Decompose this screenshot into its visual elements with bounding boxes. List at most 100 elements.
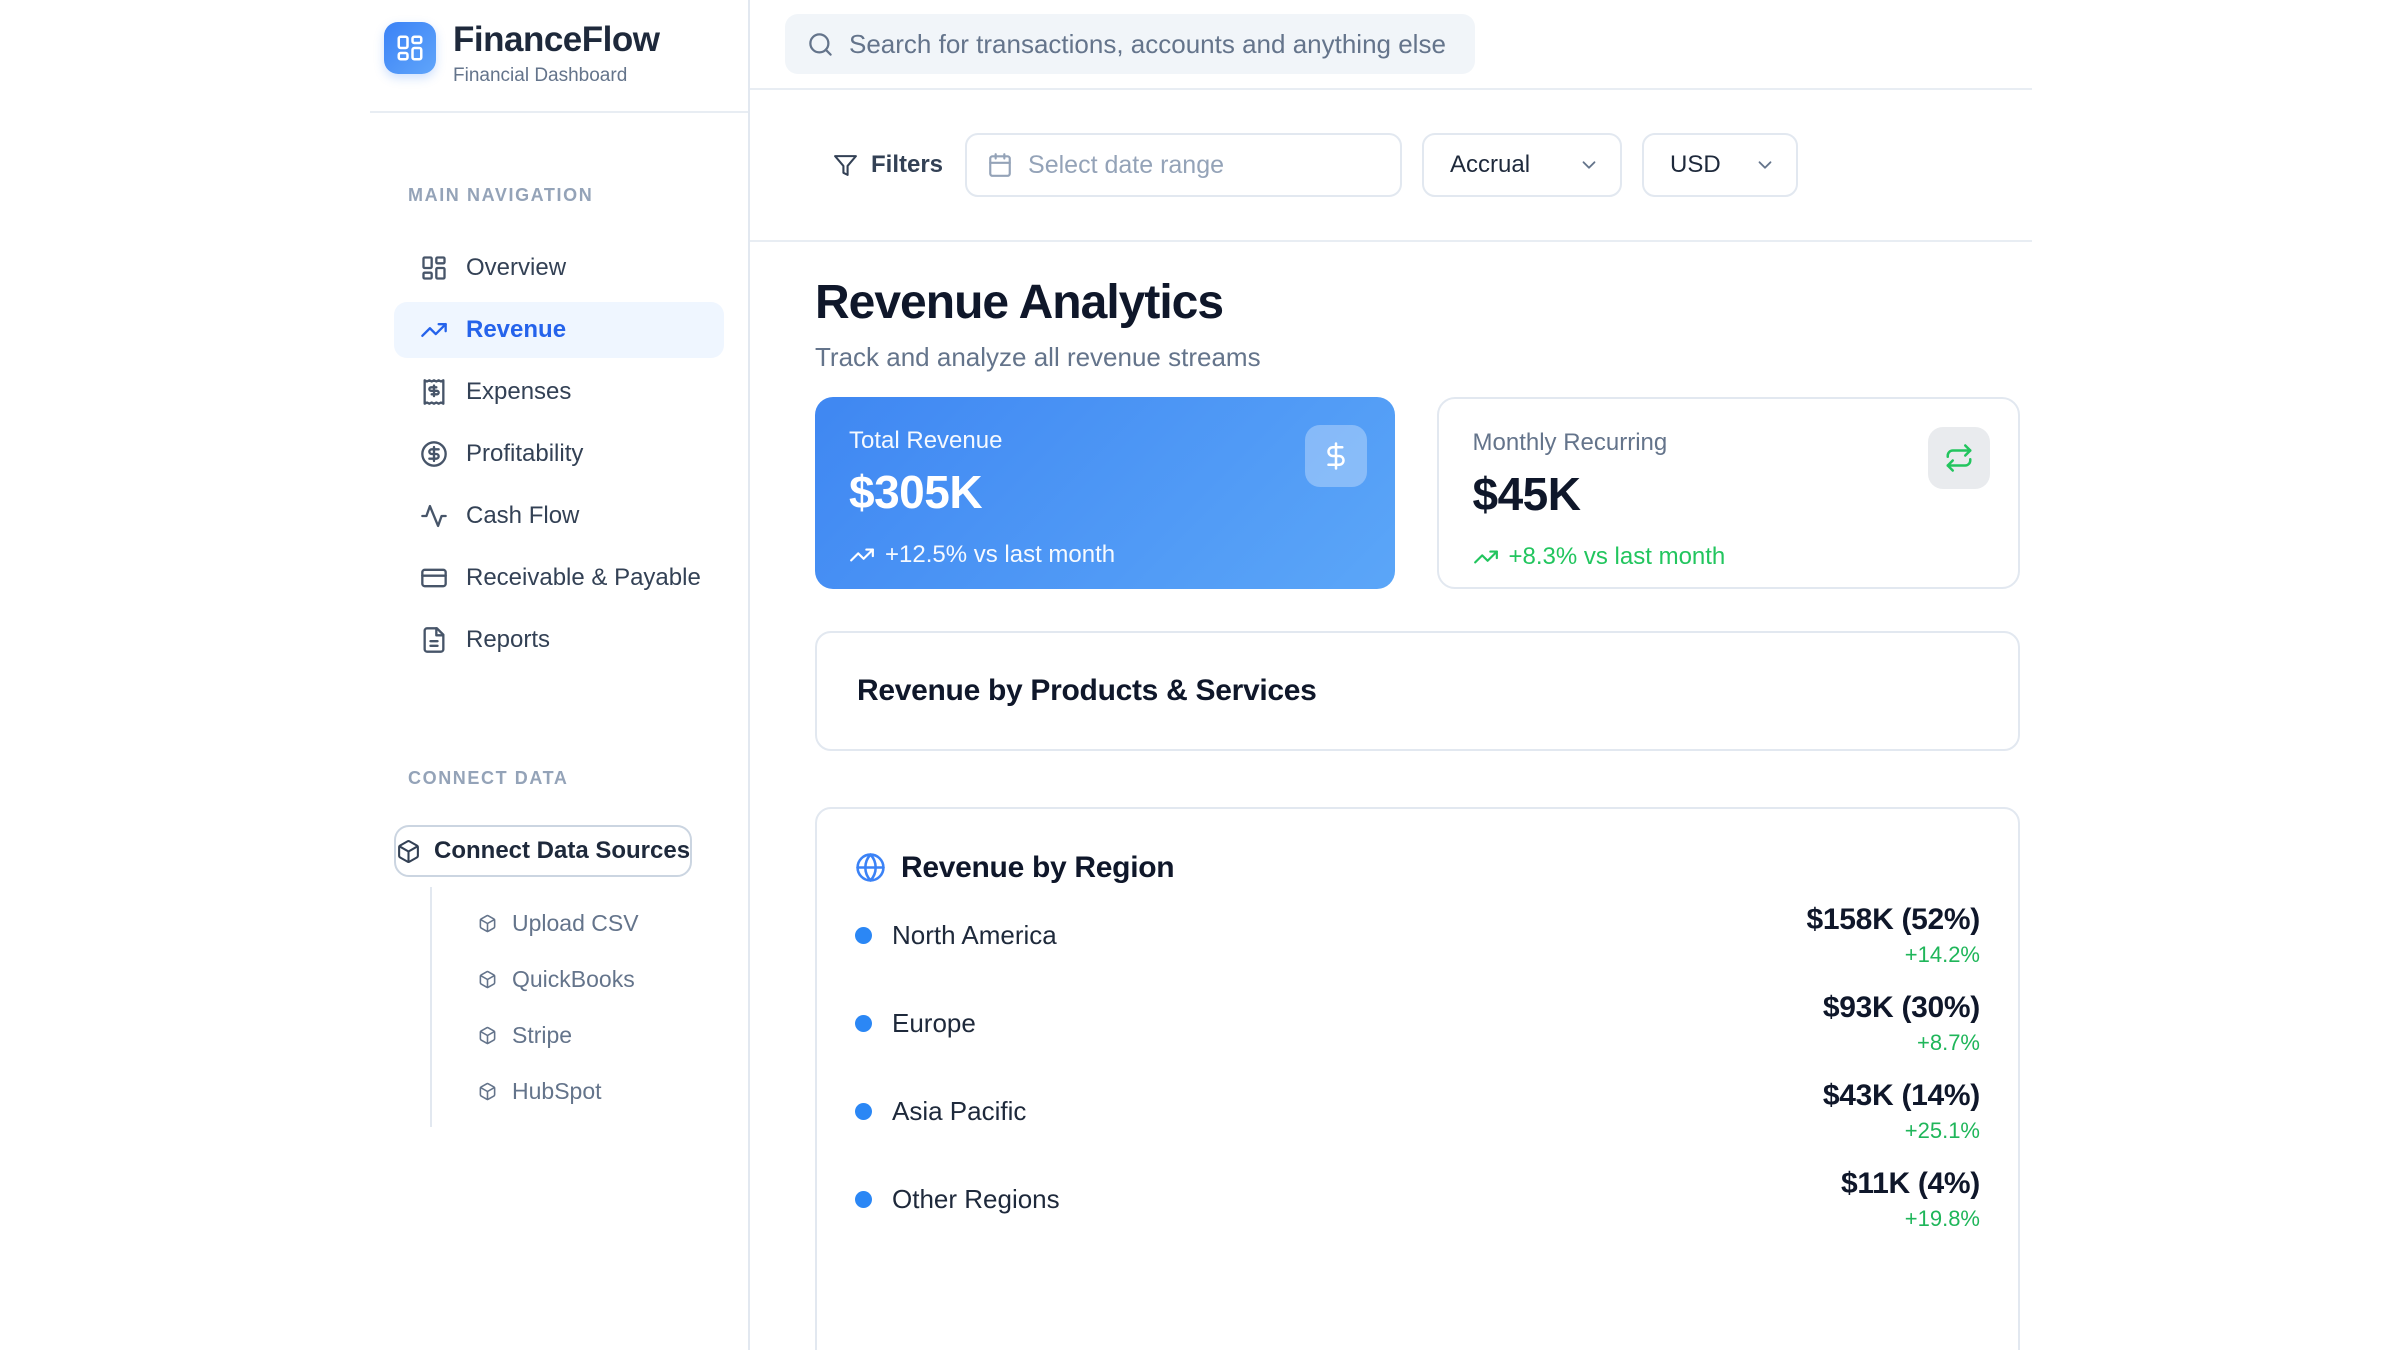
funnel-icon: [833, 153, 858, 178]
region-row-europe: Europe $93K (30%) +8.7%: [855, 993, 1980, 1055]
kpi-row: Total Revenue $305K +12.5% vs last month…: [815, 397, 2020, 589]
filters-label: Filters: [871, 151, 943, 179]
kpi-label: Total Revenue: [849, 427, 1361, 455]
source-item-label: Stripe: [512, 1022, 572, 1049]
repeat-arrows-icon: [1944, 443, 1974, 473]
circle-dollar-icon: [420, 440, 448, 468]
source-item-upload-csv[interactable]: Upload CSV: [432, 895, 724, 951]
package-cube-icon: [478, 1082, 497, 1101]
sidebar-item-label: Cash Flow: [466, 502, 579, 530]
sidebar-item-revenue[interactable]: Revenue: [394, 302, 724, 358]
brand-text: FinanceFlow Financial Dashboard: [453, 22, 659, 87]
kpi-delta: +8.3% vs last month: [1473, 543, 1985, 571]
region-section-title: Revenue by Region: [901, 851, 1174, 885]
trending-up-icon: [420, 316, 448, 344]
search-icon: [807, 31, 834, 58]
region-dot: [855, 927, 872, 944]
currency-value: USD: [1670, 151, 1721, 179]
globe-icon: [855, 852, 886, 883]
app-logo: [384, 22, 436, 74]
search-input[interactable]: [849, 29, 1453, 60]
source-item-label: HubSpot: [512, 1078, 602, 1105]
receipt-icon: [420, 378, 448, 406]
file-text-icon: [420, 626, 448, 654]
filters-button[interactable]: Filters: [833, 151, 943, 179]
region-row-other-regions: Other Regions $11K (4%) +19.8%: [855, 1169, 1980, 1231]
source-item-quickbooks[interactable]: QuickBooks: [432, 951, 724, 1007]
monthly-recurring-card: Monthly Recurring $45K +8.3% vs last mon…: [1437, 397, 2021, 589]
region-row-north-america: North America $158K (52%) +14.2%: [855, 905, 1980, 967]
region-section-header: Revenue by Region: [855, 851, 1980, 885]
dashboard-grid-icon: [395, 33, 425, 63]
region-delta: +19.8%: [1841, 1206, 1980, 1232]
source-item-stripe[interactable]: Stripe: [432, 1007, 724, 1063]
connect-data-label: CONNECT DATA: [394, 768, 724, 789]
sidebar-item-receivable-payable[interactable]: Receivable & Payable: [394, 550, 724, 606]
sidebar-item-expenses[interactable]: Expenses: [394, 364, 724, 420]
chevron-down-icon: [1754, 154, 1776, 176]
main-navigation: Overview Revenue Expenses Profitability …: [394, 240, 724, 668]
kpi-delta-text: +12.5% vs last month: [885, 541, 1115, 569]
sidebar-item-label: Reports: [466, 626, 550, 654]
dashboard-grid-icon: [420, 254, 448, 282]
package-cube-icon: [478, 1026, 497, 1045]
trending-up-icon: [849, 542, 875, 568]
region-delta: +8.7%: [1823, 1030, 1980, 1056]
sidebar-item-profitability[interactable]: Profitability: [394, 426, 724, 482]
region-dot: [855, 1191, 872, 1208]
revenue-products-section: Revenue by Products & Services: [815, 631, 2020, 751]
page-title: Revenue Analytics: [815, 274, 2020, 332]
package-cube-icon: [478, 970, 497, 989]
brand-title: FinanceFlow: [453, 22, 659, 59]
region-value: $43K (14%): [1823, 1079, 1980, 1113]
kpi-value: $45K: [1473, 467, 1985, 521]
dollar-sign-icon: [1321, 441, 1351, 471]
region-delta: +25.1%: [1823, 1118, 1980, 1144]
sidebar-item-label: Overview: [466, 254, 566, 282]
accounting-method-select[interactable]: Accrual: [1422, 133, 1622, 197]
region-name: Asia Pacific: [892, 1096, 1026, 1127]
source-item-label: QuickBooks: [512, 966, 635, 993]
source-item-label: Upload CSV: [512, 910, 639, 937]
source-item-hubspot[interactable]: HubSpot: [432, 1063, 724, 1119]
currency-select[interactable]: USD: [1642, 133, 1798, 197]
date-range-input[interactable]: [1028, 151, 1380, 180]
sidebar-item-reports[interactable]: Reports: [394, 612, 724, 668]
filter-bar: Filters Accrual USD: [750, 90, 2032, 242]
accounting-method-value: Accrual: [1450, 151, 1530, 179]
page-content: Revenue Analytics Track and analyze all …: [750, 242, 2032, 1350]
repeat-icon-box: [1928, 427, 1990, 489]
trending-up-icon: [1473, 544, 1499, 570]
calendar-icon: [987, 152, 1013, 178]
credit-card-icon: [420, 564, 448, 592]
chevron-down-icon: [1578, 154, 1600, 176]
main-area: Filters Accrual USD Revenue Analytics Tr…: [750, 0, 2032, 1350]
region-dot: [855, 1015, 872, 1032]
region-dot: [855, 1103, 872, 1120]
sidebar-item-cash-flow[interactable]: Cash Flow: [394, 488, 724, 544]
date-range-picker[interactable]: [965, 133, 1402, 197]
app-window: FinanceFlow Financial Dashboard MAIN NAV…: [0, 0, 2400, 1350]
region-delta: +14.2%: [1807, 942, 1980, 968]
main-navigation-label: MAIN NAVIGATION: [394, 185, 724, 206]
package-cube-icon: [396, 839, 421, 864]
activity-pulse-icon: [420, 502, 448, 530]
dollar-icon-box: [1305, 425, 1367, 487]
region-name: Other Regions: [892, 1184, 1060, 1215]
region-name: Europe: [892, 1008, 976, 1039]
kpi-delta-text: +8.3% vs last month: [1509, 543, 1726, 571]
sidebar-item-overview[interactable]: Overview: [394, 240, 724, 296]
region-row-asia-pacific: Asia Pacific $43K (14%) +25.1%: [855, 1081, 1980, 1143]
brand-header: FinanceFlow Financial Dashboard: [370, 0, 748, 113]
kpi-value: $305K: [849, 465, 1361, 519]
products-section-title: Revenue by Products & Services: [857, 674, 1317, 708]
data-source-list: Upload CSV QuickBooks Stripe HubSpot: [430, 887, 724, 1127]
sidebar-item-label: Receivable & Payable: [466, 564, 701, 592]
brand-subtitle: Financial Dashboard: [453, 65, 659, 87]
package-cube-icon: [478, 914, 497, 933]
sidebar-item-label: Profitability: [466, 440, 583, 468]
sidebar-item-label: Expenses: [466, 378, 571, 406]
connect-button-label: Connect Data Sources: [434, 837, 690, 865]
global-search[interactable]: [785, 14, 1475, 74]
connect-data-sources-button[interactable]: Connect Data Sources: [394, 825, 692, 877]
